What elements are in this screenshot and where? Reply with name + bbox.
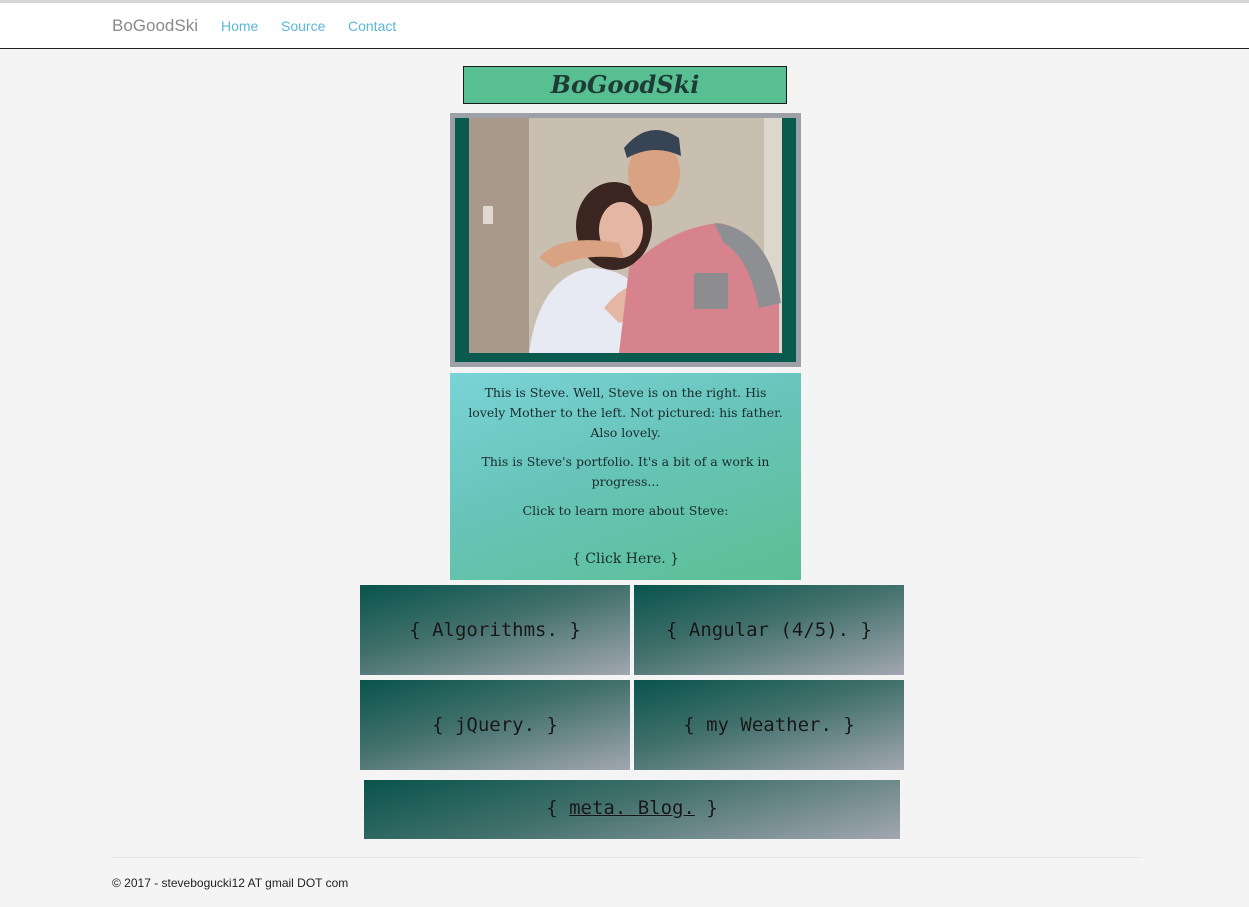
blog-tile-link[interactable]: meta. Blog. bbox=[569, 797, 695, 819]
weather-tile-label: { my Weather. } bbox=[683, 714, 855, 736]
weather-tile[interactable]: { my Weather. } bbox=[634, 680, 904, 770]
algorithms-tile-label: { Algorithms. } bbox=[409, 619, 581, 641]
about-paragraph-3: Click to learn more about Steve: bbox=[522, 503, 729, 518]
angular-tile[interactable]: { Angular (4/5). } bbox=[634, 585, 904, 675]
nav-source-link[interactable]: Source bbox=[281, 18, 325, 34]
portrait-photo bbox=[469, 118, 782, 353]
photo-frame bbox=[450, 113, 801, 367]
footer-copyright: © 2017 - stevebogucki12 AT gmail DOT com bbox=[112, 876, 349, 890]
about-paragraph-1: This is Steve. Well, Steve is on the rig… bbox=[468, 385, 783, 440]
jquery-tile[interactable]: { jQuery. } bbox=[360, 680, 630, 770]
blog-tile[interactable]: { meta. Blog. } bbox=[364, 780, 900, 839]
nav-contact-link[interactable]: Contact bbox=[348, 18, 396, 34]
blog-tile-open-brace: { bbox=[546, 797, 570, 819]
portrait-photo-icon bbox=[469, 118, 782, 353]
nav-home-link[interactable]: Home bbox=[221, 18, 258, 34]
page-title: BoGoodSki bbox=[550, 70, 700, 99]
angular-tile-label: { Angular (4/5). } bbox=[666, 619, 872, 641]
title-banner: BoGoodSki bbox=[463, 66, 787, 104]
top-navbar: BoGoodSki Home Source Contact bbox=[0, 0, 1249, 49]
about-paragraph-2: This is Steve's portfolio. It's a bit of… bbox=[481, 454, 770, 489]
blog-tile-close-brace: } bbox=[694, 797, 718, 819]
algorithms-tile[interactable]: { Algorithms. } bbox=[360, 585, 630, 675]
about-panel: This is Steve. Well, Steve is on the rig… bbox=[450, 373, 801, 580]
photo-border bbox=[455, 118, 796, 362]
learn-more-link[interactable]: { Click Here. } bbox=[450, 549, 801, 569]
footer-divider bbox=[112, 857, 1142, 858]
navbar-brand[interactable]: BoGoodSki bbox=[112, 16, 198, 36]
jquery-tile-label: { jQuery. } bbox=[432, 714, 558, 736]
